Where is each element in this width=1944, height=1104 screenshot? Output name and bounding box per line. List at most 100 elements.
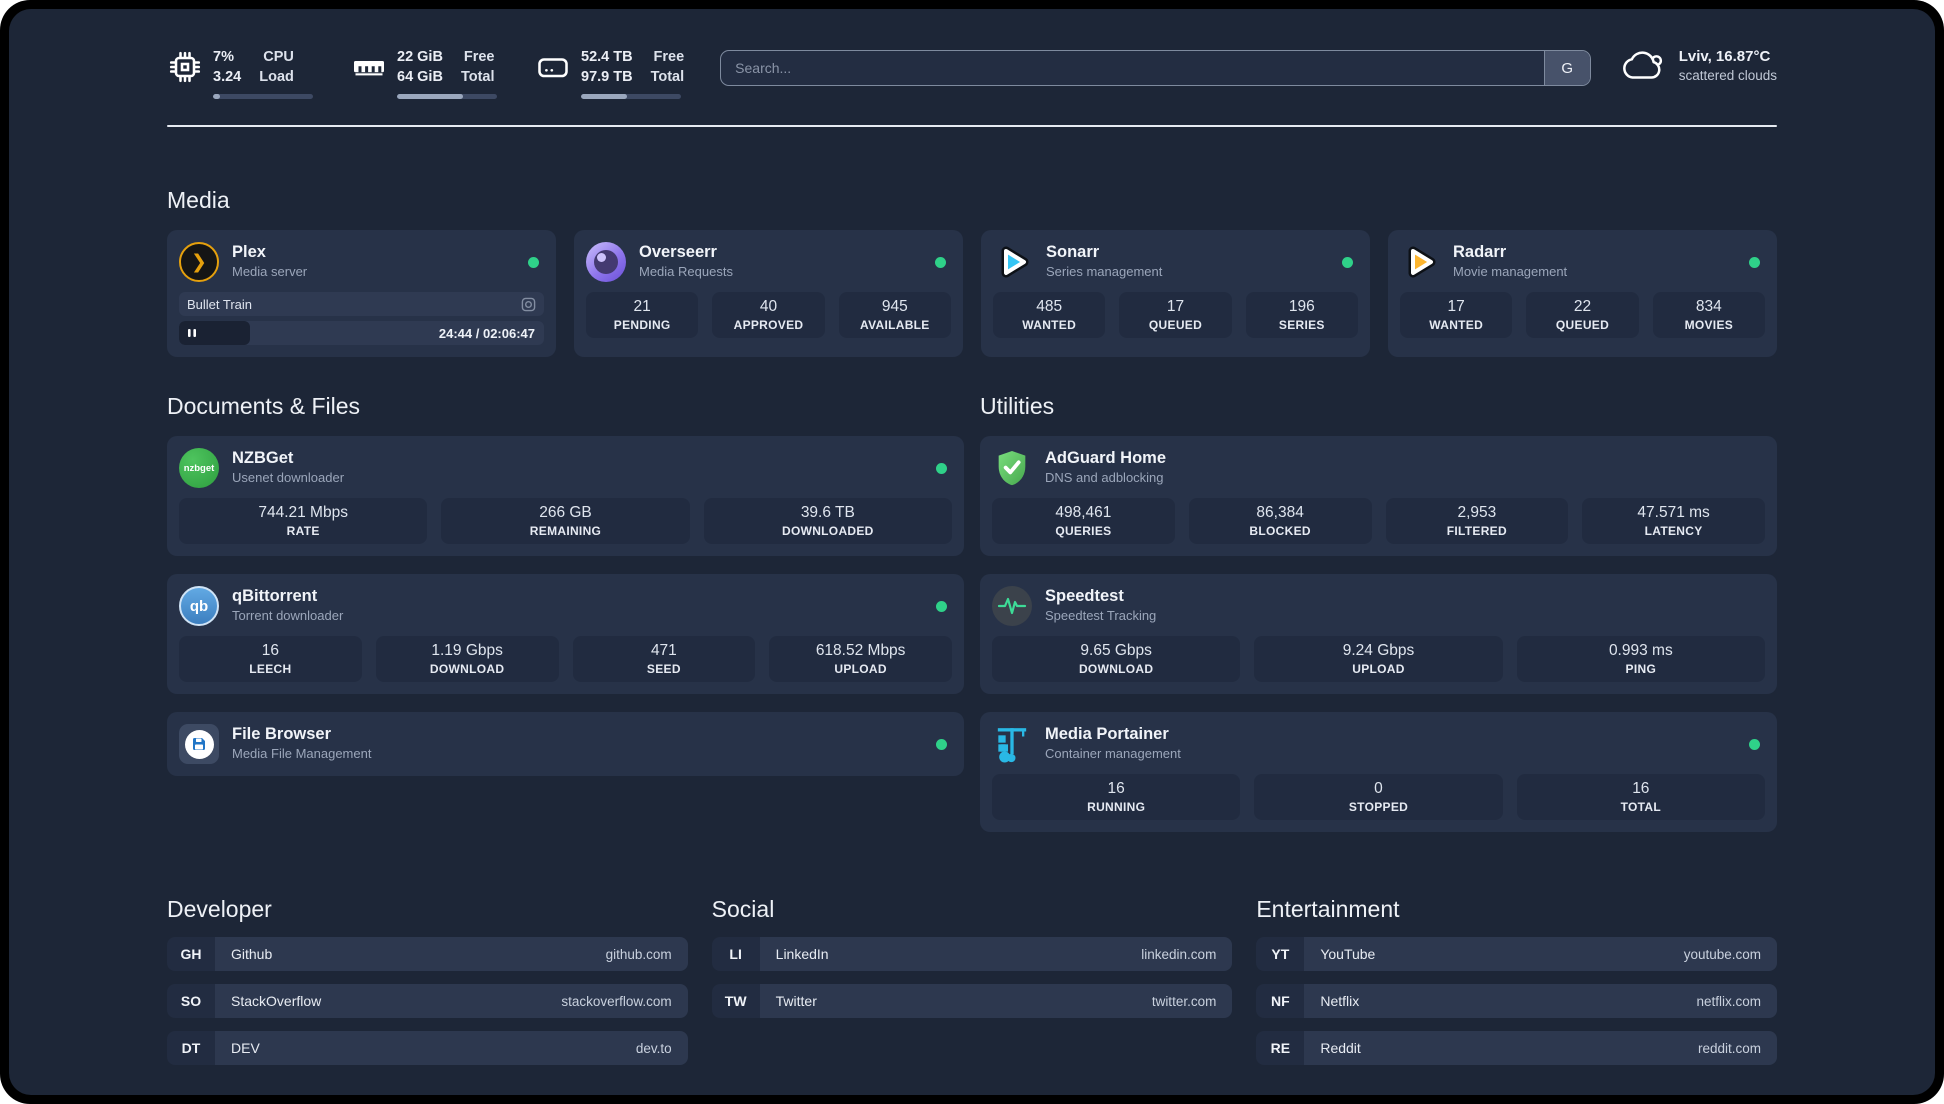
- link-url: netflix.com: [1696, 993, 1761, 1009]
- stat-value: 945: [881, 298, 908, 315]
- link-linkedin[interactable]: LI LinkedIn linkedin.com: [711, 937, 1233, 971]
- stat-value: 744.21 Mbps: [258, 504, 348, 521]
- status-dot: [935, 257, 946, 268]
- stat-box: 0.993 ms PING: [1516, 636, 1765, 682]
- pause-icon[interactable]: [187, 328, 197, 338]
- cpu-usage-label: CPU: [263, 49, 294, 65]
- app-card-plex[interactable]: ❯ Plex Media server Bullet Train 24:44 /…: [167, 230, 556, 357]
- stat-box: 9.65 Gbps DOWNLOAD: [992, 636, 1241, 682]
- stat-label: RATE: [286, 524, 320, 538]
- stat-value: 39.6 TB: [800, 504, 855, 521]
- stat-value: 16: [1107, 780, 1125, 797]
- stat-value: 196: [1288, 298, 1315, 315]
- status-dot: [1342, 257, 1353, 268]
- app-card-qbittorrent[interactable]: qb qBittorrent Torrent downloader 16 LEE…: [167, 574, 964, 694]
- search-bar[interactable]: G: [720, 50, 1591, 86]
- stat-label: SEED: [646, 662, 681, 676]
- dashboard-page: 7% 3.24 CPU Load 22 GiB 64 GiB Free Tota…: [9, 9, 1935, 1095]
- link-url: linkedin.com: [1141, 946, 1217, 962]
- app-description: DNS and adblocking: [1045, 470, 1164, 485]
- adguard-icon: [992, 448, 1032, 488]
- weather-location-temp: Lviv, 16.87°C: [1678, 48, 1771, 65]
- app-card-sonarr[interactable]: Sonarr Series management 485 WANTED 17 Q…: [981, 230, 1370, 357]
- link-tag: YT: [1256, 937, 1305, 971]
- stat-box: 22 QUEUED: [1526, 292, 1639, 338]
- cloud-icon: [1621, 47, 1667, 85]
- memory-free-label: Free: [463, 49, 495, 65]
- section-title-media: Media: [167, 187, 230, 213]
- link-netflix[interactable]: NF Netflix netflix.com: [1256, 984, 1777, 1018]
- app-card-nzbget[interactable]: nzbget NZBGet Usenet downloader 744.21 M…: [167, 436, 964, 556]
- section-title-documents: Documents & Files: [167, 393, 361, 419]
- social-links: LI LinkedIn linkedin.com TW Twitter twit…: [711, 937, 1233, 1018]
- disk-progress-bar: [581, 94, 681, 99]
- memory-icon: [351, 49, 387, 85]
- stat-box: 834 MOVIES: [1652, 292, 1765, 338]
- section-title-social: Social: [711, 896, 775, 922]
- app-name: Sonarr: [1046, 243, 1100, 261]
- link-twitter[interactable]: TW Twitter twitter.com: [711, 984, 1233, 1018]
- link-stackoverflow[interactable]: SO StackOverflow stackoverflow.com: [167, 984, 688, 1018]
- disk-icon: [535, 49, 571, 85]
- stat-value: 22: [1573, 298, 1592, 315]
- app-card-overseerr[interactable]: Overseerr Media Requests 21 PENDING 40 A…: [574, 230, 963, 357]
- memory-free-value: 22 GiB: [397, 49, 443, 65]
- cpu-load-label: Load: [259, 69, 294, 85]
- memory-total-label: Total: [460, 69, 495, 85]
- stat-label: TOTAL: [1620, 800, 1662, 814]
- disk-free-value: 52.4 TB: [581, 49, 633, 65]
- stat-label: BLOCKED: [1249, 524, 1311, 538]
- stat-value: 471: [650, 642, 677, 659]
- status-dot: [936, 463, 947, 474]
- link-name: StackOverflow: [231, 993, 322, 1009]
- app-description: Movie management: [1453, 264, 1568, 279]
- stat-box: 0 STOPPED: [1254, 774, 1503, 820]
- app-card-filebrowser[interactable]: File Browser Media File Management: [167, 712, 964, 776]
- stat-label: PENDING: [613, 318, 671, 332]
- stat-box: 1.19 Gbps DOWNLOAD: [375, 636, 559, 682]
- stat-label: DOWNLOADED: [781, 524, 874, 538]
- app-card-radarr[interactable]: Radarr Movie management 17 WANTED 22 QUE…: [1388, 230, 1777, 357]
- link-name: Reddit: [1320, 1040, 1361, 1056]
- app-card-adguard[interactable]: AdGuard Home DNS and adblocking 498,461 …: [980, 436, 1777, 556]
- nzbget-icon: nzbget: [179, 448, 219, 488]
- cpu-progress-bar: [213, 94, 313, 99]
- stat-box: 618.52 Mbps UPLOAD: [769, 636, 952, 682]
- developer-links: GH Github github.com SO StackOverflow st…: [167, 937, 688, 1065]
- link-dev[interactable]: DT DEV dev.to: [167, 1031, 688, 1065]
- link-tag: DT: [167, 1031, 215, 1065]
- portainer-icon: [992, 724, 1032, 764]
- link-tag: LI: [711, 937, 760, 971]
- stat-label: UPLOAD: [834, 662, 887, 676]
- app-name: Speedtest: [1045, 587, 1124, 605]
- filebrowser-icon: [179, 724, 219, 764]
- link-youtube[interactable]: YT YouTube youtube.com: [1256, 937, 1777, 971]
- stat-value: 16: [261, 642, 279, 659]
- disk-total-label: Total: [650, 69, 685, 85]
- status-dot: [1749, 257, 1760, 268]
- stat-label: FILTERED: [1446, 524, 1507, 538]
- stat-value: 40: [759, 298, 778, 315]
- stat-label: QUEUED: [1148, 318, 1203, 332]
- app-name: NZBGet: [232, 449, 294, 467]
- app-card-portainer[interactable]: Media Portainer Container management 16 …: [980, 712, 1777, 832]
- playback-progress-bar[interactable]: 24:44 / 02:06:47: [179, 321, 544, 345]
- stat-box: 266 GB REMAINING: [441, 498, 690, 544]
- system-monitors: 7% 3.24 CPU Load 22 GiB 64 GiB Free Tota…: [167, 47, 684, 99]
- stat-box: 945 AVAILABLE: [838, 292, 951, 338]
- link-reddit[interactable]: RE Reddit reddit.com: [1256, 1031, 1777, 1065]
- radarr-icon: [1400, 242, 1440, 282]
- link-name: Github: [231, 946, 273, 962]
- plex-icon: ❯: [179, 242, 219, 282]
- app-card-speedtest[interactable]: Speedtest Speedtest Tracking 9.65 Gbps D…: [980, 574, 1777, 694]
- playback-time: 24:44 / 02:06:47: [438, 325, 535, 341]
- search-provider-button[interactable]: G: [1543, 51, 1590, 85]
- stat-label: RUNNING: [1087, 800, 1146, 814]
- stat-label: WANTED: [1429, 318, 1484, 332]
- sonarr-icon: [993, 242, 1033, 282]
- app-description: Usenet downloader: [232, 470, 345, 485]
- search-input[interactable]: [721, 51, 1544, 85]
- stat-value: 498,461: [1055, 504, 1112, 521]
- link-github[interactable]: GH Github github.com: [167, 937, 688, 971]
- entertainment-links: YT YouTube youtube.com NF Netflix netfli…: [1256, 937, 1777, 1065]
